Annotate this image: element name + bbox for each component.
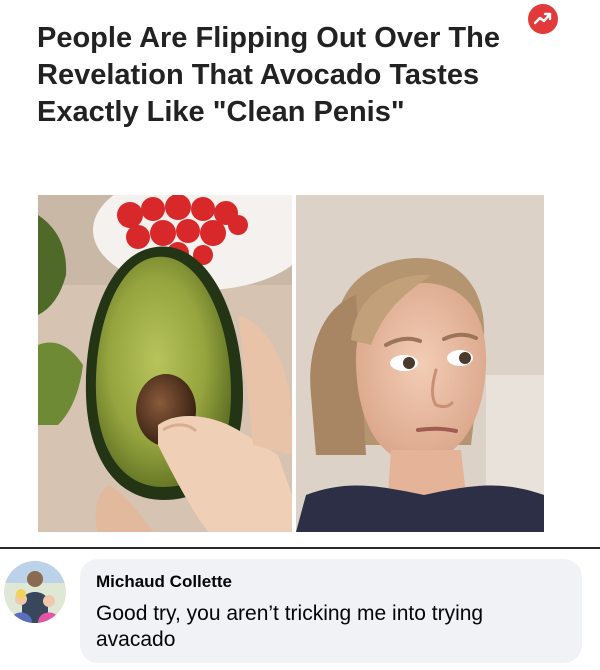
comment-text: Good try, you aren’t tricking me into tr… — [96, 602, 484, 651]
woman-reaction-photo — [296, 195, 544, 532]
profile-avatar[interactable] — [4, 561, 66, 623]
comment-bubble: Michaud Collette Good try, you aren’t tr… — [80, 559, 582, 663]
comment: Michaud Collette Good try, you aren’t tr… — [0, 549, 600, 670]
article-headline: People Are Flipping Out Over The Revelat… — [37, 22, 500, 128]
trending-arrow-icon — [528, 4, 558, 34]
article-screenshot: People Are Flipping Out Over The Revelat… — [0, 0, 600, 548]
comment-author[interactable]: Michaud Collette — [96, 571, 232, 593]
avocado-half-photo — [38, 195, 292, 532]
